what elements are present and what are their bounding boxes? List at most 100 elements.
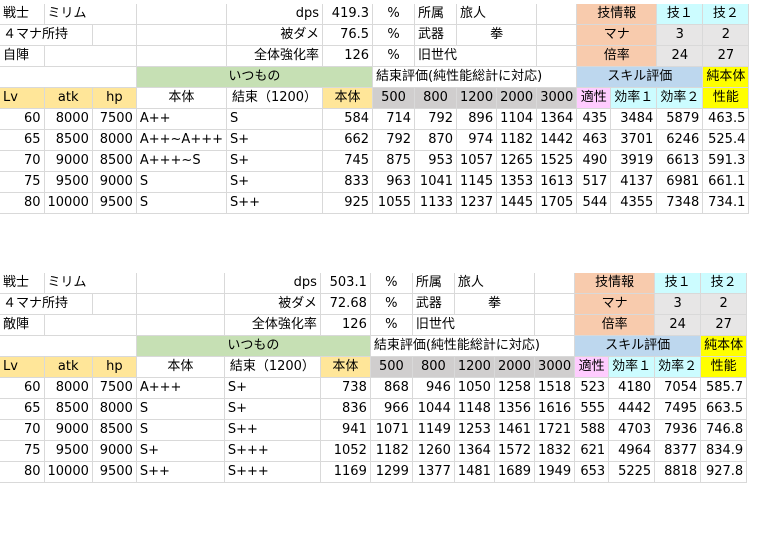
atk-cell[interactable]: 10000 <box>44 192 93 214</box>
body-grade-cell[interactable]: S++ <box>136 461 225 483</box>
lv-cell[interactable]: 60 <box>0 108 45 130</box>
side-cell[interactable]: 自陣 <box>0 45 45 67</box>
k1200-cell[interactable]: 1148 <box>454 398 495 420</box>
multiplier1-cell[interactable]: 24 <box>654 314 702 336</box>
empty-cell[interactable] <box>136 45 228 67</box>
performance-cell[interactable]: 663.5 <box>700 398 748 420</box>
kessoku-grade-cell[interactable]: S+ <box>226 129 324 151</box>
eff2-header-cell[interactable]: 効率２ <box>654 356 702 378</box>
aptitude-cell[interactable]: 490 <box>576 150 612 172</box>
body-header-cell[interactable]: 本体 <box>136 356 225 378</box>
weapon-value-cell[interactable]: 拳 <box>454 293 536 315</box>
body-grade-cell[interactable]: S+ <box>136 440 225 462</box>
lv-cell[interactable]: 70 <box>0 150 45 172</box>
itsumono-header-cell[interactable]: いつもの <box>136 66 374 88</box>
performance-cell[interactable]: 525.4 <box>702 129 750 151</box>
skill-eval-header-cell[interactable]: スキル評価 <box>574 335 702 357</box>
body-value-cell[interactable]: 745 <box>322 150 374 172</box>
eff2-cell[interactable]: 7054 <box>654 377 702 399</box>
empty-cell[interactable] <box>44 45 137 67</box>
empty-cell[interactable] <box>136 293 225 315</box>
kessoku-header-cell[interactable]: 結束（1200） <box>224 356 321 378</box>
k500-cell[interactable]: 875 <box>372 150 416 172</box>
k500-cell[interactable]: 963 <box>372 171 416 193</box>
k2000-cell[interactable]: 1572 <box>494 440 536 462</box>
k3000-cell[interactable]: 1705 <box>536 192 578 214</box>
empty-cell[interactable] <box>536 45 578 67</box>
dps-value-cell[interactable]: 419.3 <box>322 4 374 25</box>
hp-cell[interactable]: 7500 <box>92 108 137 130</box>
k800-cell[interactable]: 1260 <box>412 440 455 462</box>
performance-cell[interactable]: 463.5 <box>702 108 750 130</box>
empty-cell[interactable] <box>747 294 754 315</box>
atk-cell[interactable]: 9000 <box>44 150 93 172</box>
empty-cell[interactable] <box>749 4 756 25</box>
damage-value-cell[interactable]: 72.68 <box>320 293 371 315</box>
body-value-cell[interactable]: 836 <box>320 398 371 420</box>
k800-cell[interactable]: 946 <box>412 377 455 399</box>
k500-cell[interactable]: 792 <box>372 129 416 151</box>
aptitude-cell[interactable]: 523 <box>574 377 610 399</box>
body-value-cell[interactable]: 1052 <box>320 440 371 462</box>
kessoku-grade-cell[interactable]: S+ <box>224 377 321 399</box>
k800-cell[interactable]: 1149 <box>412 419 455 441</box>
eff2-cell[interactable]: 5879 <box>656 108 704 130</box>
empty-cell[interactable] <box>747 273 754 294</box>
hp-header-cell[interactable]: hp <box>92 87 137 109</box>
empty-cell[interactable] <box>136 314 225 336</box>
body2-header-cell[interactable]: 本体 <box>320 356 371 378</box>
k1200-header-cell[interactable]: 1200 <box>456 87 498 109</box>
skill1-cell[interactable]: 技１ <box>656 4 704 25</box>
k2000-header-cell[interactable]: 2000 <box>494 356 536 378</box>
empty-cell[interactable] <box>536 4 578 25</box>
side-cell[interactable]: 敵陣 <box>0 314 45 336</box>
boost-value-cell[interactable]: 126 <box>320 314 371 336</box>
eff2-cell[interactable]: 6613 <box>656 150 704 172</box>
body-value-cell[interactable]: 941 <box>320 419 371 441</box>
k1200-cell[interactable]: 1253 <box>454 419 495 441</box>
performance-cell[interactable]: 585.7 <box>700 377 748 399</box>
weapon-label-cell[interactable]: 武器 <box>412 293 455 315</box>
k500-cell[interactable]: 1299 <box>370 461 413 483</box>
lv-cell[interactable]: 65 <box>0 398 45 420</box>
body-value-cell[interactable]: 662 <box>322 129 374 151</box>
eff1-cell[interactable]: 4703 <box>608 419 656 441</box>
k2000-cell[interactable]: 1689 <box>494 461 536 483</box>
empty-cell[interactable] <box>44 314 137 336</box>
empty-cell[interactable] <box>136 24 228 46</box>
empty-cell[interactable] <box>136 273 225 294</box>
lv-cell[interactable]: 80 <box>0 461 45 483</box>
hp-cell[interactable]: 9500 <box>92 461 137 483</box>
itsumono-header-cell[interactable]: いつもの <box>136 335 371 357</box>
k500-cell[interactable]: 1071 <box>370 419 413 441</box>
kessoku-header-cell[interactable]: 結束（1200） <box>226 87 324 109</box>
k1200-cell[interactable]: 1057 <box>456 150 498 172</box>
atk-cell[interactable]: 9500 <box>44 440 93 462</box>
empty-cell[interactable] <box>749 25 756 46</box>
k500-header-cell[interactable]: 500 <box>372 87 416 109</box>
damage-label-cell[interactable]: 被ダメ <box>224 293 321 315</box>
atk-cell[interactable]: 8500 <box>44 129 93 151</box>
k500-header-cell[interactable]: 500 <box>370 356 413 378</box>
dps-value-cell[interactable]: 503.1 <box>320 273 371 294</box>
atk-cell[interactable]: 9000 <box>44 419 93 441</box>
generation-cell[interactable]: 旧世代 <box>414 45 538 67</box>
skill2-cell[interactable]: 技２ <box>702 4 750 25</box>
k500-cell[interactable]: 868 <box>370 377 413 399</box>
aptitude-cell[interactable]: 544 <box>576 192 612 214</box>
atk-cell[interactable]: 8000 <box>44 377 93 399</box>
body-value-cell[interactable]: 833 <box>322 171 374 193</box>
performance-cell[interactable]: 591.3 <box>702 150 750 172</box>
lv-cell[interactable]: 75 <box>0 171 45 193</box>
dps-label-cell[interactable]: dps <box>224 273 321 294</box>
lv-cell[interactable]: 60 <box>0 377 45 399</box>
kessoku-grade-cell[interactable]: S+ <box>226 150 324 172</box>
body-grade-cell[interactable]: A+++ <box>136 377 225 399</box>
atk-cell[interactable]: 8500 <box>44 398 93 420</box>
mana2-cell[interactable]: 2 <box>702 24 750 46</box>
affiliation-label-cell[interactable]: 所属 <box>414 4 458 25</box>
k1200-cell[interactable]: 1050 <box>454 377 495 399</box>
skill-eval-header-cell[interactable]: スキル評価 <box>576 66 704 88</box>
multiplier-label-cell[interactable]: 倍率 <box>576 45 658 67</box>
performance-cell[interactable]: 834.9 <box>700 440 748 462</box>
